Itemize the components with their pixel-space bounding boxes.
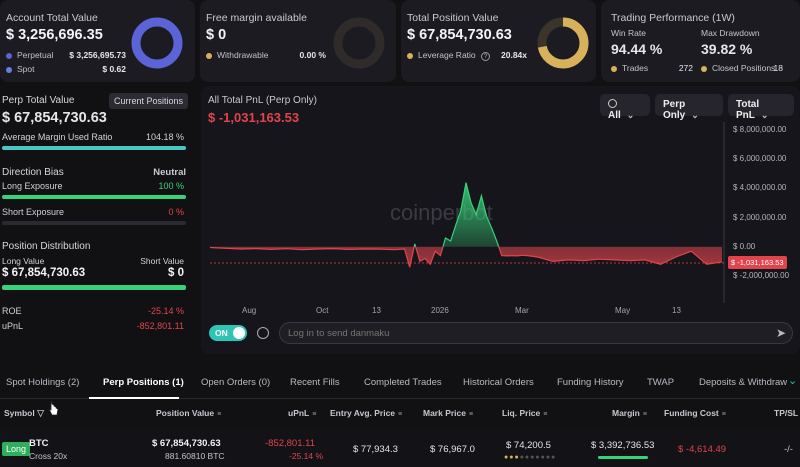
- header-symbol-label: Symbol: [4, 408, 35, 418]
- row-upnl: -852,801.11: [265, 438, 316, 449]
- header-upnl[interactable]: uPnL ≡: [288, 408, 316, 418]
- sort-icon: ≡: [721, 411, 726, 418]
- danmaku-toggle[interactable]: ON: [209, 325, 247, 341]
- sort-icon: ≡: [543, 411, 548, 418]
- tab-deposits-withdraw[interactable]: Deposits & Withdraw: [699, 377, 787, 388]
- tab-recent-fills[interactable]: Recent Fills: [290, 377, 340, 388]
- tab-open-orders-0[interactable]: Open Orders (0): [201, 377, 270, 388]
- header-margin[interactable]: Margin ≡: [612, 408, 647, 418]
- header-funding[interactable]: Funding Cost ≡: [664, 408, 726, 418]
- header-entry-label: Entry Avg. Price: [330, 408, 396, 418]
- header-entry[interactable]: Entry Avg. Price ≡: [330, 408, 402, 418]
- x-tick-label: Mar: [515, 306, 529, 315]
- liq-risk-dots: ●●●●●●●●●●: [504, 454, 557, 461]
- header-mark[interactable]: Mark Price ≡: [423, 408, 473, 418]
- row-position-size: 881.60810 BTC: [165, 451, 225, 461]
- sort-icon: ≡: [312, 411, 317, 418]
- y-tick-label: $ 4,000,000.00: [733, 183, 787, 193]
- header-position-value[interactable]: Position Value ≡: [156, 408, 221, 418]
- header-symbol[interactable]: Symbol ▽: [4, 408, 44, 419]
- send-icon[interactable]: ➤: [776, 326, 786, 340]
- y-tick-label: $ 2,000,000.00: [733, 212, 787, 222]
- x-tick-label: 13: [672, 306, 681, 315]
- mouse-cursor-icon: [48, 401, 59, 416]
- y-tick-label: $ 6,000,000.00: [733, 154, 787, 164]
- tab-completed-trades[interactable]: Completed Trades: [364, 377, 442, 388]
- row-mode: Cross 20x: [29, 451, 68, 461]
- side-badge-text: Long: [6, 444, 27, 454]
- header-liq[interactable]: Liq. Price ≡: [502, 408, 547, 418]
- tab-perp-positions-1[interactable]: Perp Positions (1): [103, 377, 184, 388]
- x-tick-label: May: [615, 306, 631, 315]
- row-mark-price: $ 76,967.0: [430, 444, 475, 455]
- danmaku-input[interactable]: [279, 322, 793, 344]
- y-tick-label: $ -2,000,000.00: [733, 271, 790, 280]
- x-tick-label: Oct: [316, 306, 329, 315]
- sort-icon: ≡: [398, 411, 403, 418]
- row-entry-price: $ 77,934.3: [353, 444, 398, 455]
- row-funding: $ -4,614.49: [678, 444, 727, 455]
- filter-icon[interactable]: ▽: [37, 408, 44, 418]
- margin-bar: [598, 456, 648, 459]
- tab-historical-orders[interactable]: Historical Orders: [463, 377, 534, 388]
- row-liq-price: $ 74,200.5: [506, 440, 551, 451]
- sort-icon: ≡: [469, 411, 474, 418]
- side-badge: Long: [2, 442, 31, 456]
- tab-funding-history[interactable]: Funding History: [557, 377, 624, 388]
- x-tick-label: Aug: [242, 306, 257, 315]
- danmaku-toggle-label: ON: [215, 328, 228, 338]
- sort-icon: ≡: [642, 411, 647, 418]
- header-mark-label: Mark Price: [423, 408, 466, 418]
- y-tick-label: $ 0.00: [733, 241, 756, 251]
- current-value-tag-text: $ -1,031,163.53: [731, 258, 784, 267]
- tab-twap[interactable]: TWAP: [647, 377, 674, 388]
- header-upnl-label: uPnL: [288, 408, 310, 418]
- header-position-value-label: Position Value: [156, 408, 215, 418]
- current-value-tag: $ -1,031,163.53: [728, 256, 787, 269]
- row-upnl-pct: -25.14 %: [289, 451, 324, 461]
- header-liq-label: Liq. Price: [502, 408, 541, 418]
- header-funding-label: Funding Cost: [664, 408, 719, 418]
- row-symbol[interactable]: BTC: [29, 438, 49, 449]
- y-tick-label: $ 8,000,000.00: [733, 125, 787, 134]
- x-tick-label: 2026: [431, 306, 449, 315]
- danmaku-settings-icon[interactable]: [257, 327, 269, 339]
- x-tick-label: 13: [372, 306, 381, 315]
- active-tab-underline: [89, 397, 179, 399]
- sort-icon: ≡: [217, 411, 222, 418]
- row-position-value: $ 67,854,730.63: [152, 438, 221, 449]
- toggle-knob: [233, 327, 245, 339]
- row-tpsl[interactable]: -/-: [784, 444, 793, 455]
- chevron-down-icon[interactable]: ⌄: [788, 374, 797, 387]
- header-margin-label: Margin: [612, 408, 640, 418]
- row-margin: $ 3,392,736.53: [591, 440, 655, 451]
- tab-spot-holdings-2[interactable]: Spot Holdings (2): [6, 377, 79, 388]
- header-tpsl: TP/SL: [774, 408, 799, 418]
